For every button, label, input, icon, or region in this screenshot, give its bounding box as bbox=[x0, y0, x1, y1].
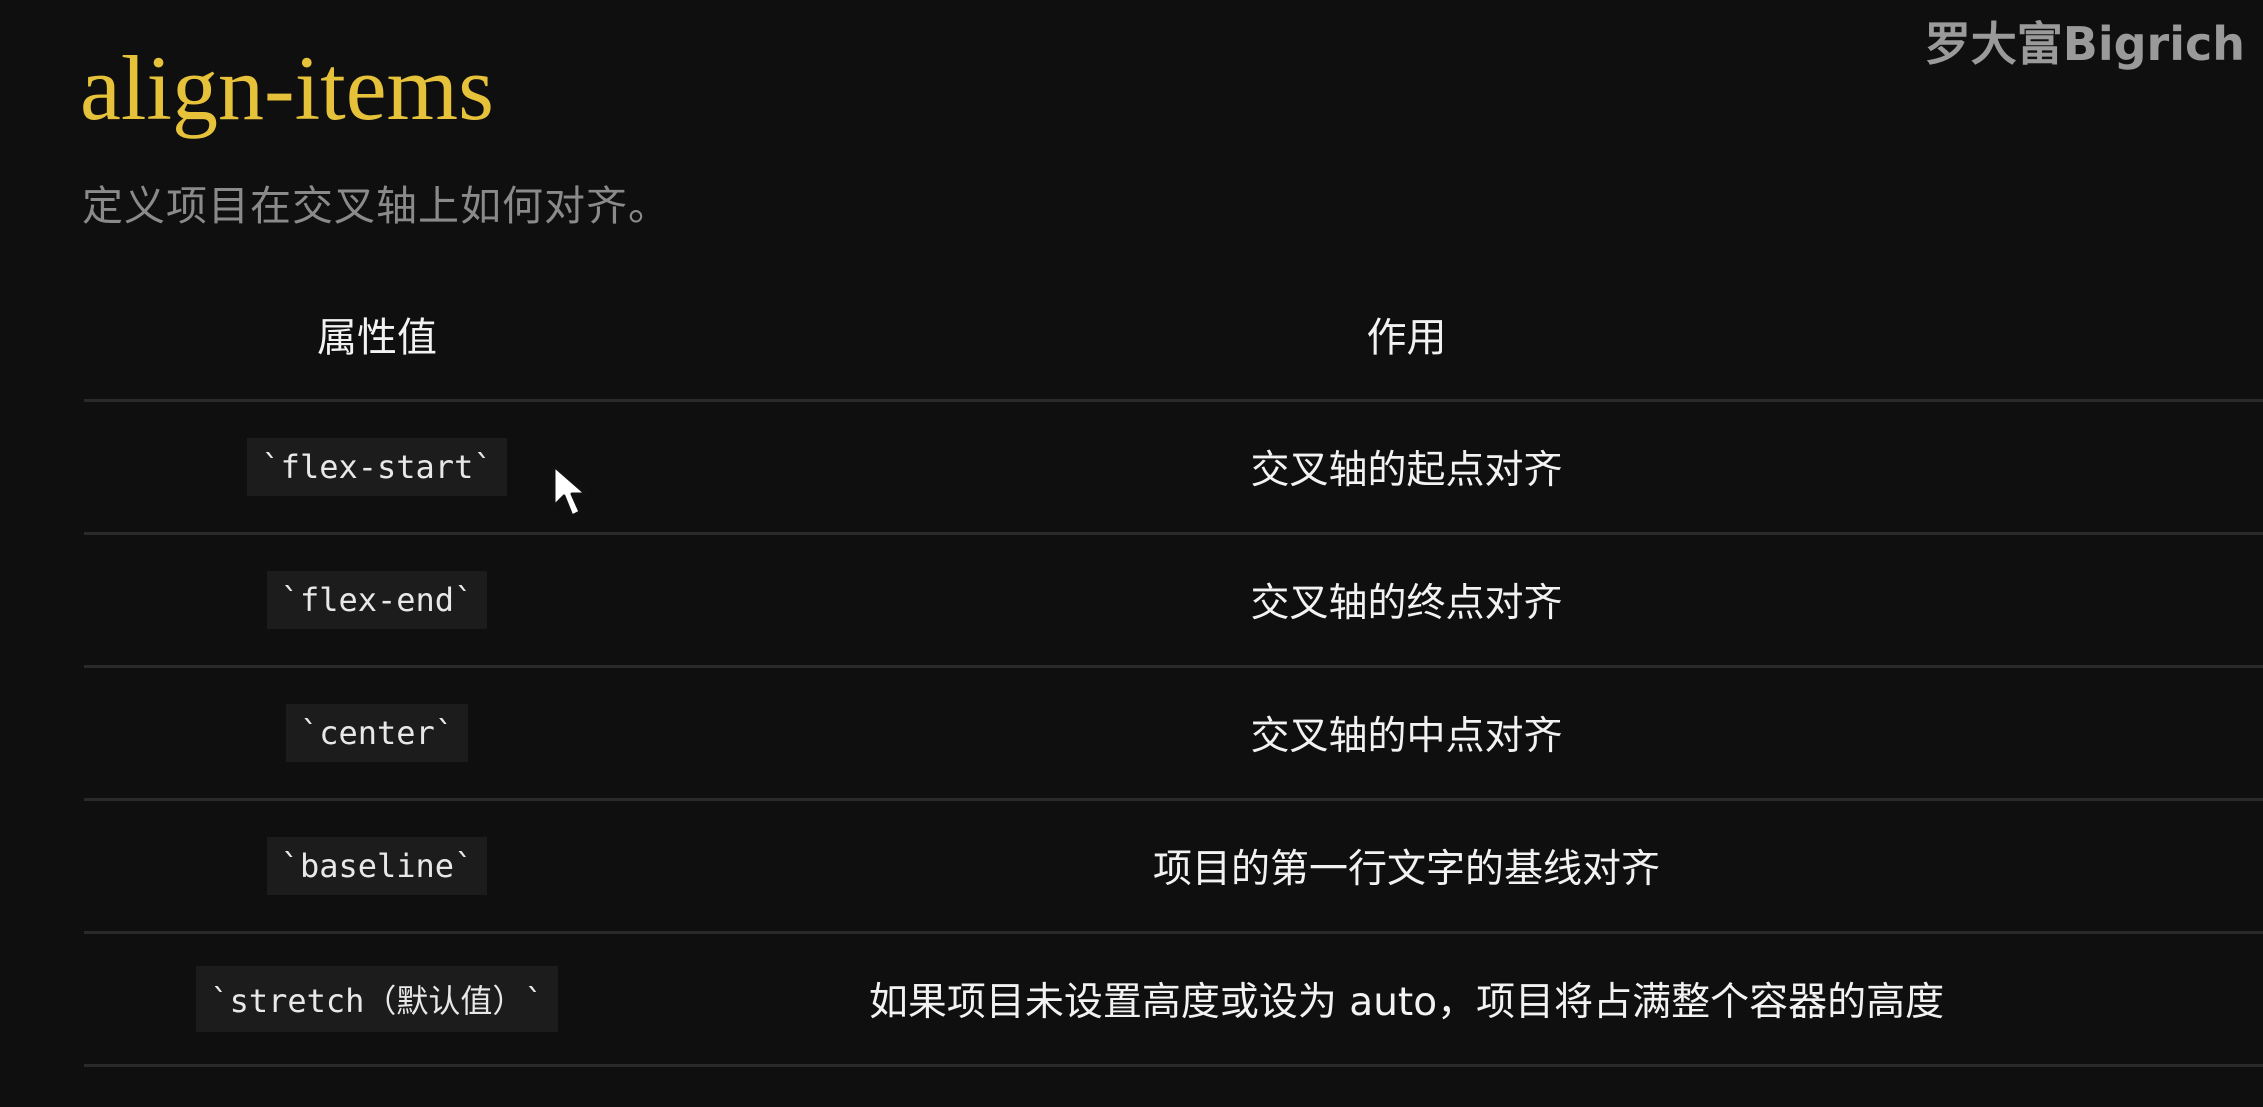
table-row: `center` 交叉轴的中点对齐 bbox=[84, 668, 2263, 801]
table-row: `flex-end` 交叉轴的终点对齐 bbox=[84, 535, 2263, 668]
value-code: `baseline` bbox=[266, 837, 488, 895]
page-title: align-items bbox=[80, 37, 494, 139]
value-code: `flex-end` bbox=[266, 571, 488, 629]
table-row: `flex-start` 交叉轴的起点对齐 bbox=[84, 402, 2263, 535]
page-subtitle: 定义项目在交叉轴上如何对齐。 bbox=[82, 182, 670, 230]
value-code: `flex-start` bbox=[247, 438, 507, 496]
value-code: `center` bbox=[285, 704, 469, 762]
effect-text: 如果项目未设置高度或设为 auto，项目将占满整个容器的高度 bbox=[868, 980, 1945, 1025]
effect-text: 交叉轴的终点对齐 bbox=[1250, 581, 1563, 626]
table-row: `stretch（默认值）` 如果项目未设置高度或设为 auto，项目将占满整个… bbox=[84, 934, 2263, 1067]
effect-text: 交叉轴的中点对齐 bbox=[1250, 714, 1563, 759]
header-value: 属性值 bbox=[317, 314, 437, 361]
mouse-pointer-icon bbox=[552, 464, 588, 518]
table-header: 属性值 作用 bbox=[84, 268, 2263, 402]
effect-text: 项目的第一行文字的基线对齐 bbox=[1152, 847, 1660, 892]
effect-text: 交叉轴的起点对齐 bbox=[1250, 448, 1563, 493]
property-table: 属性值 作用 `flex-start` 交叉轴的起点对齐 `flex-end` … bbox=[84, 268, 2263, 1067]
watermark: 罗大富Bigrich bbox=[1924, 17, 2245, 71]
header-effect: 作用 bbox=[1366, 314, 1447, 361]
table-row: `baseline` 项目的第一行文字的基线对齐 bbox=[84, 801, 2263, 934]
value-code: `stretch（默认值）` bbox=[196, 966, 558, 1032]
